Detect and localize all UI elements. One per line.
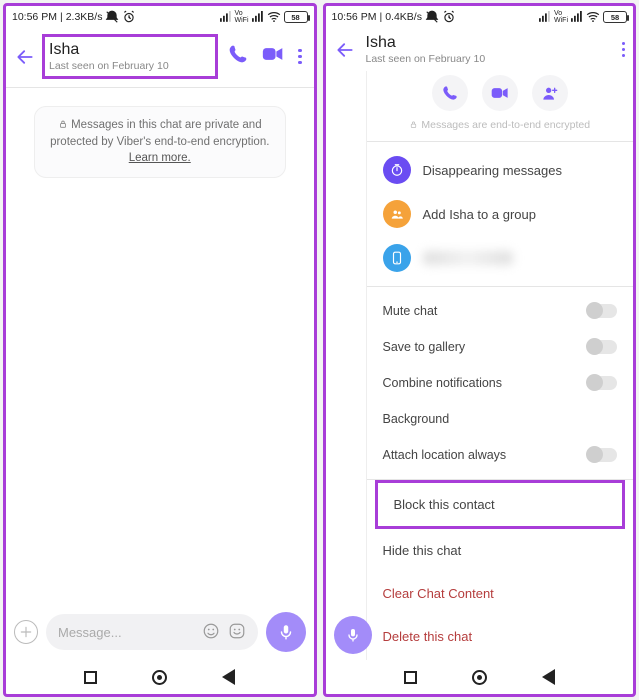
toggle-off-icon [587, 448, 617, 462]
setting-label: Combine notifications [383, 376, 503, 390]
combine-notifications-toggle[interactable]: Combine notifications [367, 365, 634, 401]
lock-icon [409, 119, 421, 131]
last-seen: Last seen on February 10 [49, 60, 207, 72]
encryption-notice: Messages in this chat are private and pr… [34, 106, 286, 178]
status-time: 10:56 PM [12, 11, 57, 23]
phone-icon [383, 244, 411, 272]
nav-back[interactable] [222, 669, 235, 685]
voice-message-button[interactable] [334, 616, 372, 654]
status-speed: 2.3KB/s [66, 11, 103, 23]
setting-label: Attach location always [383, 448, 507, 462]
video-call-button[interactable] [482, 75, 518, 111]
setting-label: Save to gallery [383, 340, 466, 354]
emoji-button[interactable] [202, 622, 220, 643]
video-call-button[interactable] [262, 45, 284, 68]
contact-name: Isha [366, 34, 612, 52]
voice-call-button[interactable] [432, 75, 468, 111]
dnd-icon [425, 10, 439, 24]
signal2-icon [252, 11, 264, 23]
chat-screen: 10:56 PM | 2.3KB/s VoWiFi [3, 3, 317, 697]
android-nav-bar [6, 660, 314, 694]
android-nav-bar [326, 660, 634, 694]
contact-name: Isha [49, 41, 207, 59]
nav-home[interactable] [472, 670, 487, 685]
status-time: 10:56 PM [332, 11, 377, 23]
clear-chat-item[interactable]: Clear Chat Content [367, 572, 634, 615]
status-bar: 10:56 PM | 0.4KB/s VoWiFi [326, 6, 634, 28]
quick-actions [367, 71, 634, 119]
nav-back[interactable] [542, 669, 555, 685]
encryption-text: Messages in this chat are private and pr… [50, 119, 269, 148]
group-icon [383, 200, 411, 228]
item-label: Add Isha to a group [423, 207, 536, 222]
chat-info-screen: 10:56 PM | 0.4KB/s VoWiFi [323, 3, 637, 697]
alarm-icon [122, 10, 136, 24]
battery-icon: 58 [284, 11, 308, 23]
message-composer: Message... [6, 604, 314, 660]
status-speed: 0.4KB/s [385, 11, 422, 23]
attach-button[interactable] [14, 620, 38, 644]
contact-title-block[interactable]: Isha Last seen on February 10 [42, 34, 218, 79]
delete-chat-item[interactable]: Delete this chat [367, 615, 634, 658]
divider [6, 87, 314, 88]
toggle-off-icon [587, 340, 617, 354]
volte-icon: VoWiFi [235, 10, 249, 24]
timer-icon [383, 156, 411, 184]
chat-body[interactable] [6, 178, 314, 604]
mute-chat-toggle[interactable]: Mute chat [367, 293, 634, 329]
attach-location-toggle[interactable]: Attach location always [367, 437, 634, 473]
back-button[interactable] [334, 40, 356, 60]
settings-section: Mute chat Save to gallery Combine notifi… [367, 286, 634, 479]
toggle-off-icon [587, 376, 617, 390]
signal2-icon [571, 11, 583, 23]
dnd-icon [105, 10, 119, 24]
disappearing-messages-item[interactable]: Disappearing messages [367, 148, 634, 192]
status-bar: 10:56 PM | 2.3KB/s VoWiFi [6, 6, 314, 28]
background-item[interactable]: Background [367, 401, 634, 437]
info-section: Disappearing messages Add Isha to a grou… [367, 141, 634, 286]
encryption-note: Messages are end-to-end encrypted [367, 119, 634, 141]
signal-icon [539, 11, 551, 23]
item-label: Disappearing messages [423, 163, 562, 178]
signal-icon [220, 11, 232, 23]
back-button[interactable] [14, 47, 36, 67]
more-menu-button[interactable] [298, 49, 302, 65]
wifi-icon [586, 11, 600, 23]
voice-call-button[interactable] [228, 44, 248, 69]
toggle-off-icon [587, 304, 617, 318]
wifi-icon [267, 11, 281, 23]
block-contact-item[interactable]: Block this contact [378, 483, 623, 526]
actions-section: Block this contact Hide this chat Clear … [367, 479, 634, 658]
battery-icon: 58 [603, 11, 627, 23]
alarm-icon [442, 10, 456, 24]
phone-number-blurred [423, 251, 513, 265]
add-to-group-item[interactable]: Add Isha to a group [367, 192, 634, 236]
voice-message-button[interactable] [266, 612, 306, 652]
volte-icon: VoWiFi [554, 10, 568, 24]
phone-number-item[interactable] [367, 236, 634, 280]
save-to-gallery-toggle[interactable]: Save to gallery [367, 329, 634, 365]
message-input[interactable]: Message... [46, 614, 258, 650]
last-seen: Last seen on February 10 [366, 53, 612, 65]
nav-home[interactable] [152, 670, 167, 685]
learn-more-link[interactable]: Learn more. [129, 152, 191, 164]
lock-icon [58, 119, 71, 131]
chat-header: Isha Last seen on February 10 [6, 28, 314, 87]
message-placeholder: Message... [58, 625, 122, 640]
info-header: Isha Last seen on February 10 [326, 28, 634, 71]
nav-recents[interactable] [84, 671, 97, 684]
setting-label: Background [383, 412, 450, 426]
add-contact-button[interactable] [532, 75, 568, 111]
setting-label: Mute chat [383, 304, 438, 318]
hide-chat-item[interactable]: Hide this chat [367, 529, 634, 572]
nav-recents[interactable] [404, 671, 417, 684]
sticker-button[interactable] [228, 622, 246, 643]
more-menu-button[interactable] [622, 42, 626, 58]
block-contact-highlight: Block this contact [375, 480, 626, 529]
